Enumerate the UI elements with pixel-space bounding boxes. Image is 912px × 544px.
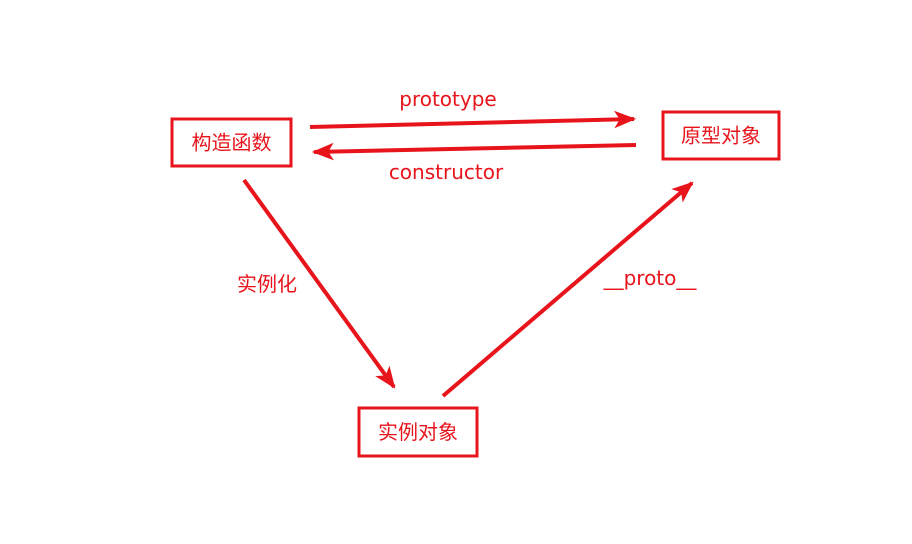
node-constructor-function-label: 构造函数 (192, 131, 272, 155)
label-instantiate: 实例化 (237, 272, 297, 296)
label-constructor: constructor (389, 160, 504, 184)
arrow-constructor (311, 142, 637, 161)
node-prototype-object: 原型对象 (661, 110, 781, 161)
prototype-chain-diagram: 构造函数 原型对象 实例对象 prototype constructor 实例化… (170, 87, 781, 458)
node-instance-object: 实例对象 (357, 406, 479, 458)
arrow-prototype (309, 110, 637, 129)
node-constructor-function: 构造函数 (170, 117, 293, 168)
label-proto: __proto__ (603, 266, 698, 290)
node-prototype-object-label: 原型对象 (681, 124, 761, 148)
node-instance-object-label: 实例对象 (378, 420, 458, 444)
label-prototype: prototype (399, 87, 496, 111)
